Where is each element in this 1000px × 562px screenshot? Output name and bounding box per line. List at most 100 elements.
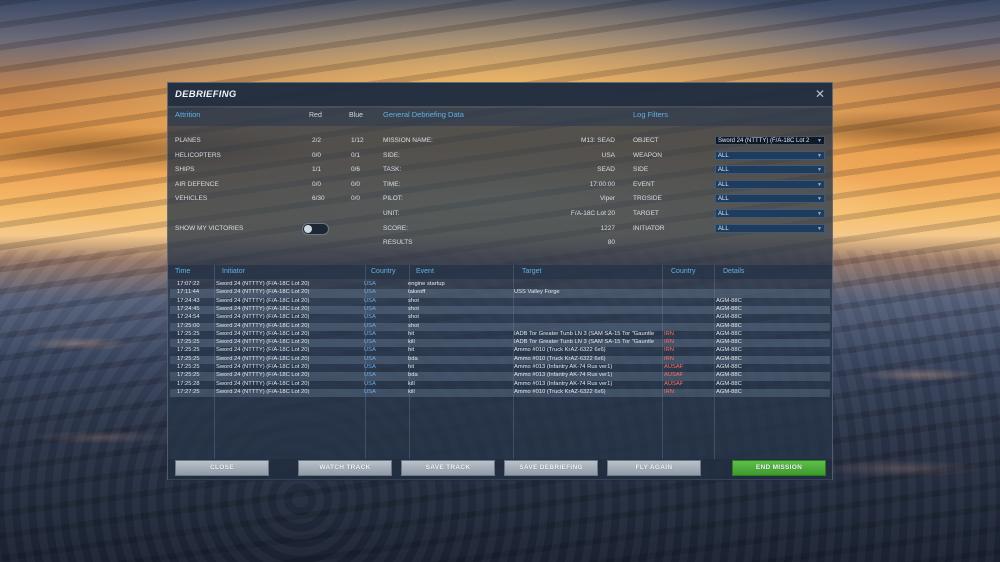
filter-dropdown-side[interactable]: ALL ▼ [715,165,825,175]
general-row: SCORE: 1227 [383,225,615,239]
chevron-down-icon: ▼ [817,167,822,174]
filter-value: ALL [718,211,729,217]
attrition-col-blue: Blue [349,112,364,119]
attrition-blue-value: 1/12 [351,137,364,144]
toggle-knob [304,225,312,233]
log-cell-details: AGM-88C [716,305,742,312]
col-target-country[interactable]: Country [671,268,696,275]
log-row[interactable]: 17:25:25 Sword 24 (NTTTY) (F/A-18C Lot 20… [170,339,830,348]
log-table-body: 17:07:22 Sword 24 (NTTTY) (F/A-18C Lot 20… [170,281,830,457]
log-row[interactable]: 17:25:25 Sword 24 (NTTTY) (F/A-18C Lot 20… [170,364,830,372]
show-victories-toggle[interactable] [302,223,329,235]
log-cell-details: AGM-88C [716,314,742,321]
chevron-down-icon: ▼ [817,196,822,203]
general-row: UNIT: F/A-18C Lot 20 [383,210,615,224]
log-cell-details: AGM-88C [716,339,742,346]
filter-label: INITIATOR [633,224,665,232]
general-value: F/A-18C Lot 20 [570,210,615,217]
log-cell-time: 17:25:00 [177,322,200,329]
col-initiator[interactable]: Initiator [222,268,245,275]
log-row[interactable]: 17:24:43 Sword 24 (NTTTY) (F/A-18C Lot 20… [170,298,830,306]
filter-dropdown-initiator[interactable]: ALL ▼ [715,223,825,233]
log-row[interactable]: 17:25:00 Sword 24 (NTTTY) (F/A-18C Lot 20… [170,322,830,331]
col-details[interactable]: Details [723,268,744,275]
log-row[interactable]: 17:27:25 Sword 24 (NTTTY) (F/A-18C Lot 20… [170,388,830,398]
attrition-label: SHIPS [175,166,195,174]
general-value: USA [601,151,615,159]
log-row[interactable]: 17:25:25 Sword 24 (NTTTY) (F/A-18C Lot 20… [170,372,830,381]
attrition-label: AIR DEFENCE [175,180,219,188]
attrition-blue-value: 0/0 [351,180,361,188]
log-cell-initiator: Sword 24 (NTTTY) (F/A-18C Lot 20) [216,297,310,304]
attrition-red-value: 6/30 [312,195,325,203]
log-cell-country: USA [364,289,376,296]
log-cell-time: 17:11:44 [177,289,200,296]
col-country[interactable]: Country [371,268,396,275]
watch-track-button[interactable]: WATCH TRACK [298,460,392,476]
log-cell-details: AGM-88C [716,364,742,370]
general-label: TASK: [383,166,402,174]
log-cell-target: Ammo #013 (Infantry AK-74 Rus ver1) [514,364,613,370]
log-cell-details: AGM-88C [716,322,742,329]
log-cell-initiator: Sword 24 (NTTTY) (F/A-18C Lot 20) [216,388,310,395]
filter-value: ALL [718,181,729,188]
attrition-header: Attrition [175,110,201,119]
log-cell-event: bda [408,372,418,379]
filter-dropdown-object[interactable]: Sword 24 (NTTTY) (F/A-18C Lot 2 ▼ [715,136,825,145]
log-row[interactable]: 17:25:25 Sword 24 (NTTTY) (F/A-18C Lot 20… [170,355,830,364]
close-icon[interactable]: ✕ [814,88,826,100]
log-row[interactable]: 17:25:25 Sword 24 (NTTTY) (F/A-18C Lot 20… [170,347,830,355]
filter-dropdown-target[interactable]: ALL ▼ [715,209,825,218]
attrition-row: HELICOPTERS 0/0 0/1 [175,152,375,166]
filter-dropdown-trgside[interactable]: ALL ▼ [715,194,825,204]
attrition-red-value: 0/0 [312,180,322,188]
log-cell-target: Ammo #013 (Infantry AK-74 Rus ver1) [514,372,613,379]
filter-dropdown-weapon[interactable]: ALL ▼ [715,150,825,160]
show-victories-label: SHOW MY VICTORIES [175,225,244,232]
filter-label: SIDE [633,166,649,174]
log-cell-country: USA [364,372,376,379]
log-cell-time: 17:27:25 [177,388,200,395]
general-label: UNIT: [383,210,400,217]
log-row[interactable]: 17:07:22 Sword 24 (NTTTY) (F/A-18C Lot 20… [170,281,830,289]
general-row: TASK: SEAD [383,166,615,180]
log-cell-event: takeoff [408,289,426,296]
log-cell-target: Ammo #010 (Truck KrAZ-6322 6x6) [514,347,606,354]
log-row[interactable]: 17:24:45 Sword 24 (NTTTY) (F/A-18C Lot 20… [170,305,830,315]
close-button[interactable]: CLOSE [175,460,269,476]
general-row: SIDE: USA [383,152,615,166]
log-cell-initiator: Sword 24 (NTTTY) (F/A-18C Lot 20) [216,330,310,337]
log-cell-event: kill [408,339,415,346]
log-cell-target: IADB Tor Greater Tunb LN 3 (SAM SA-15 To… [514,339,655,346]
log-cell-event: shot [408,297,419,304]
log-row[interactable]: 17:25:28 Sword 24 (NTTTY) (F/A-18C Lot 20… [170,381,830,389]
save-debriefing-button[interactable]: SAVE DEBRIEFING [504,460,598,476]
col-target[interactable]: Target [522,268,541,275]
general-value: 17:00:00 [589,180,615,188]
end-mission-button[interactable]: END MISSION [732,460,826,476]
log-cell-time: 17:24:54 [177,314,200,321]
fly-again-button[interactable]: FLY AGAIN [607,460,701,476]
attrition-red-value: 0/0 [312,151,322,159]
log-row[interactable]: 17:11:44 Sword 24 (NTTTY) (F/A-18C Lot 20… [170,289,830,298]
general-label: RESULTS [383,239,413,247]
log-row[interactable]: 17:25:25 Sword 24 (NTTTY) (F/A-18C Lot 20… [170,331,830,339]
col-event[interactable]: Event [416,268,434,275]
filter-dropdown-event[interactable]: ALL ▼ [715,179,825,189]
log-cell-time: 17:25:25 [177,347,200,354]
log-cell-tcountry: IRN [664,330,674,337]
chevron-down-icon: ▼ [817,152,822,159]
filter-value: Sword 24 (NTTTY) (F/A-18C Lot 2 [718,138,810,144]
attrition-row: SHIPS 1/1 0/6 [175,166,375,180]
attrition-label: HELICOPTERS [175,151,221,159]
log-cell-initiator: Sword 24 (NTTTY) (F/A-18C Lot 20) [216,364,310,370]
log-cell-target: IADB Tor Greater Tunb LN 3 (SAM SA-15 To… [514,330,655,337]
general-value: 80 [607,239,615,247]
log-cell-details: AGM-88C [716,372,742,379]
save-track-button[interactable]: SAVE TRACK [401,460,495,476]
log-cell-event: kill [408,388,415,395]
log-row[interactable]: 17:24:54 Sword 24 (NTTTY) (F/A-18C Lot 20… [170,314,830,322]
log-cell-time: 17:25:28 [177,380,200,387]
debriefing-window: DEBRIEFING ✕ Attrition Red Blue General … [167,82,833,481]
col-time[interactable]: Time [175,268,190,275]
